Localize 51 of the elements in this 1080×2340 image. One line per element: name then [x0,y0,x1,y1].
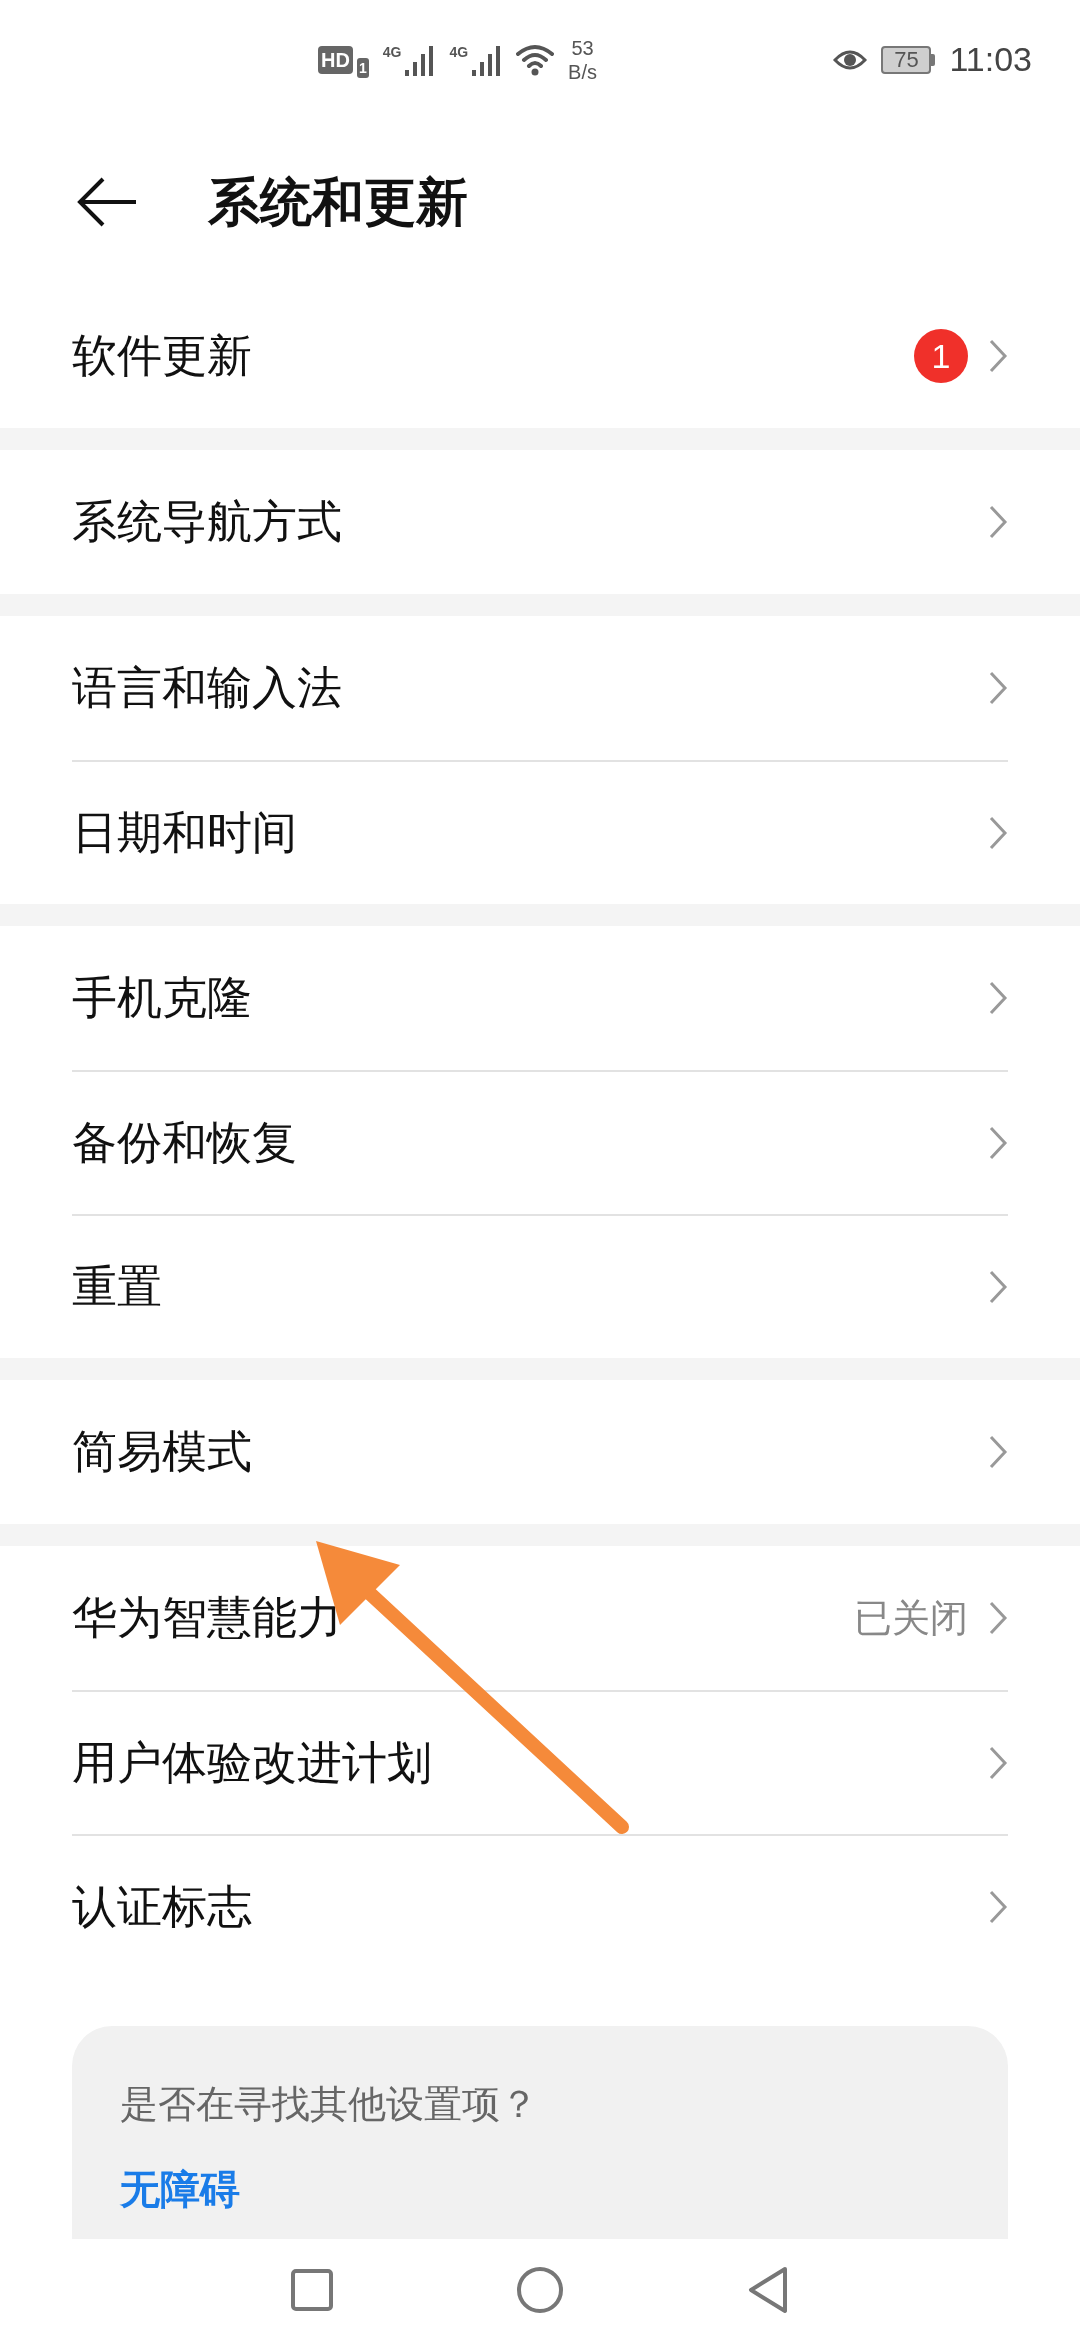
chevron-icon [988,1889,1008,1926]
chevron-icon [988,338,1008,375]
row-value: 已关闭 [854,1595,968,1641]
recent-apps-icon[interactable] [291,2268,334,2311]
settings-row[interactable]: 认证标志 [72,1834,1008,1979]
chevron-icon [988,504,1008,541]
row-label: 系统导航方式 [72,495,343,550]
signal-icon [403,43,436,76]
settings-row[interactable]: 软件更新 1 [72,284,1008,429]
hd-indicator: HD [318,45,353,74]
back-icon[interactable] [746,2265,789,2314]
row-label: 备份和恢复 [72,1116,298,1171]
row-label: 语言和输入法 [72,661,343,716]
sim-indicator: 1 [356,57,369,78]
network-type: 4G [449,43,469,60]
settings-row[interactable]: 系统导航方式 [72,450,1008,595]
notification-badge: 1 [914,329,968,384]
suggestion-question: 是否在寻找其他设置项？ [120,2082,539,2128]
signal-icon [470,43,503,76]
settings-row[interactable]: 简易模式 [72,1380,1008,1525]
chevron-icon [988,1745,1008,1782]
row-label: 日期和时间 [72,806,298,861]
accessibility-link[interactable]: 无障碍 [120,2159,240,2220]
network-speed: 53 [571,35,594,60]
network-type: 4G [382,43,402,60]
row-label: 华为智慧能力 [72,1591,343,1646]
home-icon[interactable] [516,2265,564,2314]
chevron-icon [988,980,1008,1017]
chevron-icon [988,815,1008,852]
chevron-icon [988,1434,1008,1471]
settings-row[interactable]: 用户体验改进计划 [72,1690,1008,1835]
clock: 11:03 [949,39,1032,81]
settings-row[interactable]: 备份和恢复 [72,1070,1008,1215]
settings-row[interactable]: 语言和输入法 [72,616,1008,761]
battery-indicator: 75 [881,45,932,74]
chevron-icon [988,1125,1008,1162]
wifi-icon [516,43,555,76]
row-label: 软件更新 [72,329,253,384]
row-label: 简易模式 [72,1425,253,1480]
chevron-icon [988,670,1008,707]
row-label: 认证标志 [72,1880,253,1935]
chevron-icon [988,1600,1008,1637]
page-title: 系统和更新 [208,171,468,233]
speed-unit: B/s [568,59,597,84]
settings-row[interactable]: 华为智慧能力 已关闭 [72,1546,1008,1691]
settings-row[interactable]: 手机克隆 [72,926,1008,1071]
row-label: 用户体验改进计划 [72,1736,433,1791]
chevron-icon [988,1269,1008,1306]
row-label: 重置 [72,1260,163,1315]
back-arrow-icon[interactable] [76,176,138,227]
row-label: 手机克隆 [72,971,253,1026]
